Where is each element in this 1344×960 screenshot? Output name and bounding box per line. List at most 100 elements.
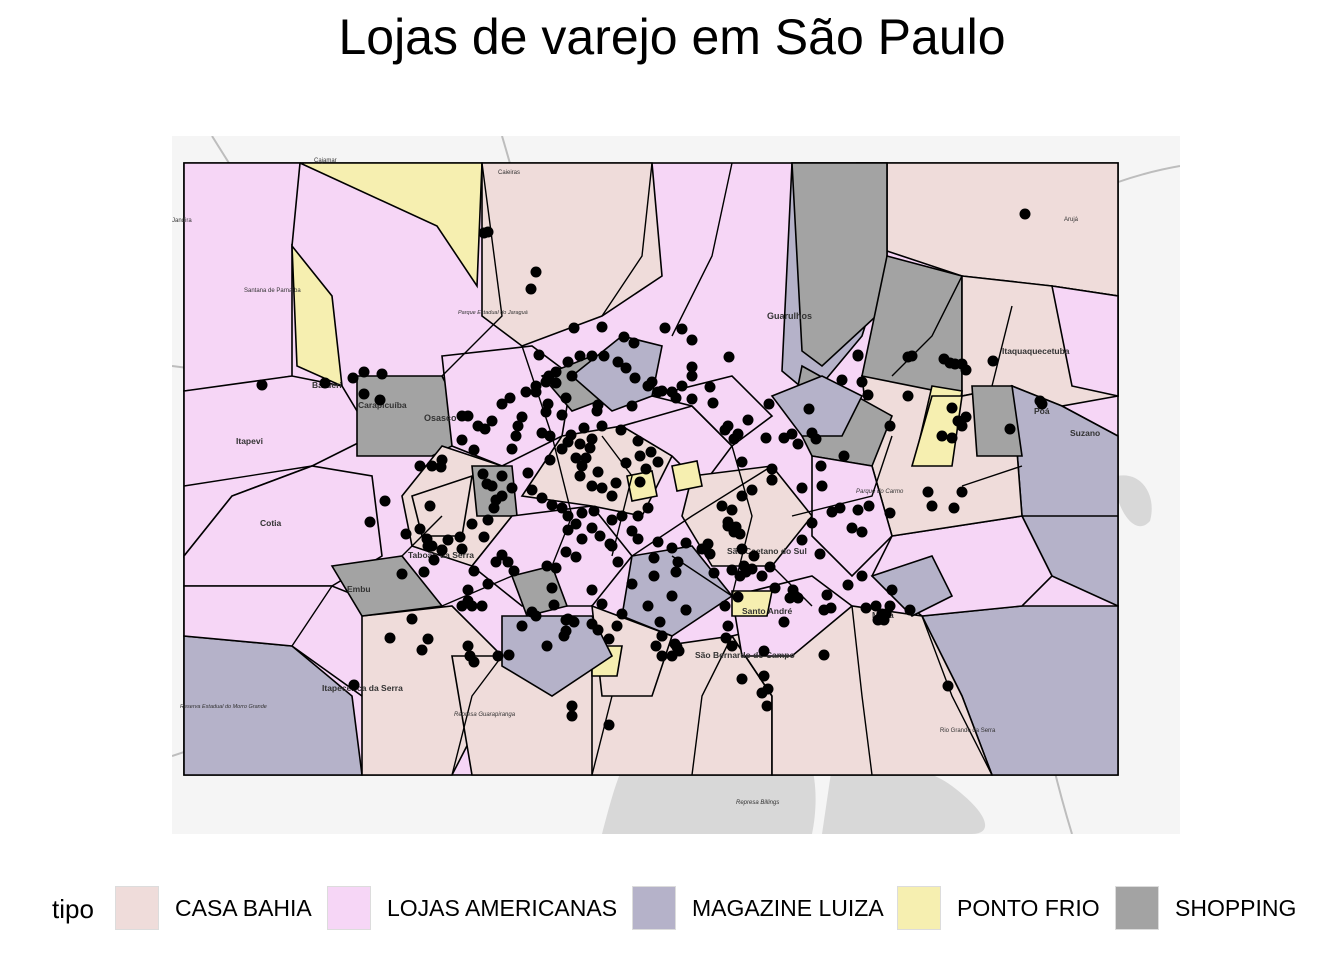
store-point bbox=[562, 613, 574, 625]
label-sao-bernardo: São Bernardo do Campo bbox=[695, 650, 795, 660]
store-point bbox=[852, 504, 864, 516]
store-point bbox=[530, 380, 542, 392]
store-point bbox=[496, 490, 508, 502]
store-point bbox=[436, 544, 448, 556]
store-point bbox=[818, 604, 830, 616]
store-point bbox=[1036, 398, 1048, 410]
store-point bbox=[826, 506, 838, 518]
label-guarulhos: Guarulhos bbox=[767, 311, 812, 321]
store-point bbox=[610, 477, 622, 489]
store-point bbox=[956, 486, 968, 498]
store-point bbox=[574, 438, 586, 450]
store-point bbox=[626, 400, 638, 412]
voronoi-map: Guarulhos Itaquaquecetuba Poá Suzano Osa… bbox=[172, 136, 1180, 834]
store-point bbox=[503, 649, 515, 661]
store-point bbox=[686, 393, 698, 405]
store-point bbox=[726, 564, 738, 576]
store-point bbox=[478, 227, 490, 239]
store-point bbox=[686, 334, 698, 346]
label-itapevi: Itapevi bbox=[236, 436, 263, 446]
store-point bbox=[576, 533, 588, 545]
store-point bbox=[746, 484, 758, 496]
store-point bbox=[640, 463, 652, 475]
store-point bbox=[596, 420, 608, 432]
store-point bbox=[758, 645, 770, 657]
store-point bbox=[426, 460, 438, 472]
legend-swatch-ponto-frio bbox=[897, 886, 941, 930]
label-santana: Santana de Parnaíba bbox=[244, 288, 301, 294]
legend-swatch-lojas-americanas bbox=[327, 886, 371, 930]
store-point bbox=[816, 480, 828, 492]
store-point bbox=[422, 633, 434, 645]
store-point bbox=[462, 584, 474, 596]
store-point bbox=[319, 377, 331, 389]
store-point bbox=[592, 466, 604, 478]
store-point bbox=[648, 570, 660, 582]
store-point bbox=[414, 460, 426, 472]
store-point bbox=[616, 608, 628, 620]
store-point bbox=[522, 467, 534, 479]
store-point bbox=[550, 366, 562, 378]
store-point bbox=[818, 649, 830, 661]
store-point bbox=[596, 482, 608, 494]
label-rio-grande: Rio Grande da Serra bbox=[940, 728, 996, 734]
store-point bbox=[562, 356, 574, 368]
store-point bbox=[512, 420, 524, 432]
store-point bbox=[516, 620, 528, 632]
legend-swatch-shopping bbox=[1115, 886, 1159, 930]
store-point bbox=[558, 630, 570, 642]
store-point bbox=[620, 362, 632, 374]
store-point bbox=[520, 386, 532, 398]
store-point bbox=[468, 444, 480, 456]
store-point bbox=[490, 556, 502, 568]
store-point bbox=[584, 442, 596, 454]
store-point bbox=[642, 380, 654, 392]
store-point bbox=[648, 552, 660, 564]
store-point bbox=[348, 679, 360, 691]
store-point bbox=[560, 392, 572, 404]
store-point bbox=[756, 570, 768, 582]
label-represa-billings: Represa Billings bbox=[736, 800, 779, 806]
store-point bbox=[574, 470, 586, 482]
store-point bbox=[456, 410, 468, 422]
store-point bbox=[615, 424, 627, 436]
store-point bbox=[778, 616, 790, 628]
label-caieiras: Caieiras bbox=[498, 170, 520, 176]
store-point bbox=[946, 402, 958, 414]
store-point bbox=[884, 420, 896, 432]
store-point bbox=[764, 561, 776, 573]
store-point bbox=[476, 600, 488, 612]
store-point bbox=[496, 470, 508, 482]
store-point bbox=[406, 613, 418, 625]
store-point bbox=[562, 436, 574, 448]
store-point bbox=[856, 526, 868, 538]
store-point bbox=[588, 505, 600, 517]
label-embu: Embu bbox=[347, 584, 371, 594]
store-point bbox=[634, 450, 646, 462]
store-point bbox=[592, 399, 604, 411]
store-point bbox=[656, 630, 668, 642]
store-point bbox=[760, 432, 772, 444]
store-point bbox=[842, 579, 854, 591]
store-point bbox=[666, 590, 678, 602]
store-point bbox=[566, 700, 578, 712]
store-point bbox=[944, 357, 956, 369]
store-point bbox=[863, 500, 875, 512]
store-point bbox=[821, 589, 833, 601]
store-point bbox=[836, 374, 848, 386]
store-point bbox=[396, 568, 408, 580]
store-point bbox=[570, 551, 582, 563]
store-point bbox=[578, 422, 590, 434]
store-point bbox=[656, 650, 668, 662]
label-osasco: Osasco bbox=[424, 413, 457, 423]
store-point bbox=[541, 560, 553, 572]
chart-title: Lojas de varejo em São Paulo bbox=[338, 9, 1006, 65]
store-point bbox=[1019, 208, 1031, 220]
store-point bbox=[374, 394, 386, 406]
store-point bbox=[726, 640, 738, 652]
legend-label: LOJAS AMERICANAS bbox=[387, 894, 618, 921]
store-point bbox=[628, 337, 640, 349]
store-point bbox=[492, 650, 504, 662]
store-point bbox=[870, 600, 882, 612]
store-point bbox=[904, 604, 916, 616]
